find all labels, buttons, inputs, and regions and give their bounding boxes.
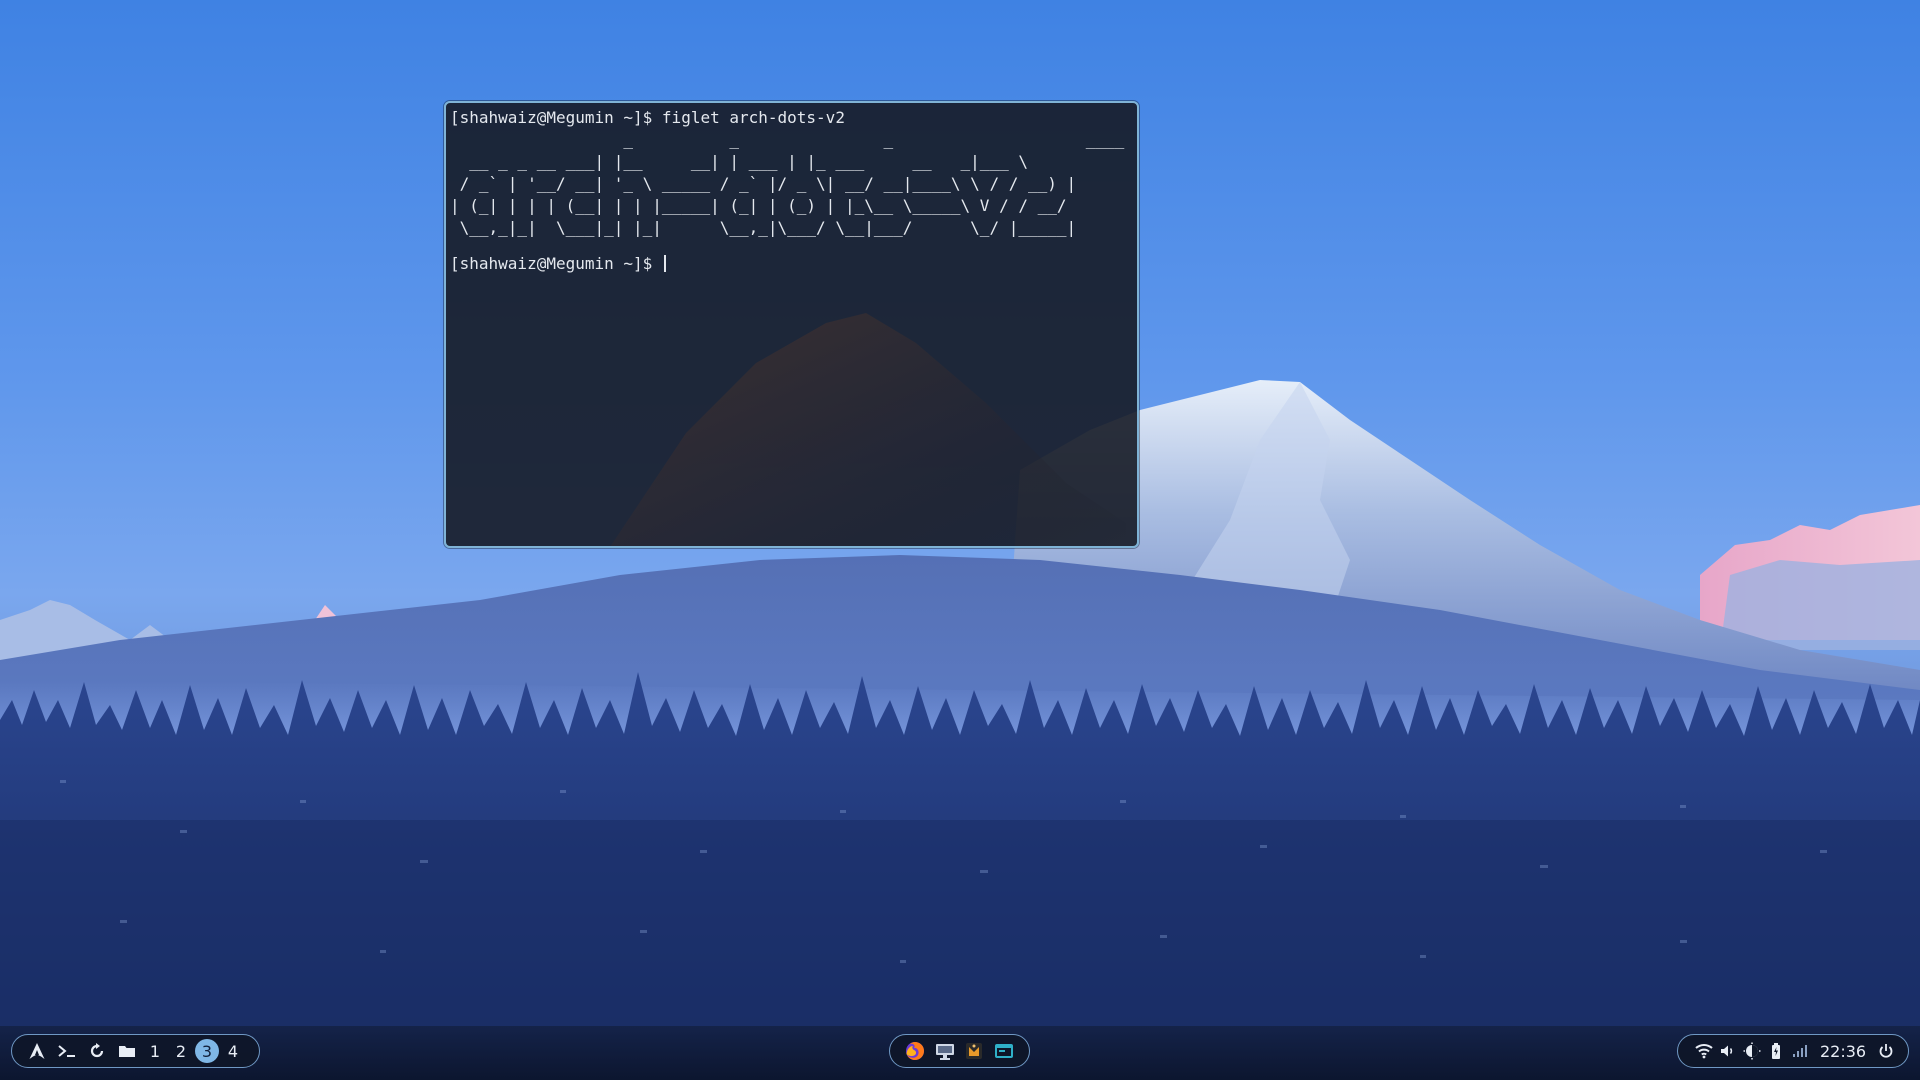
- screen-capture-icon[interactable]: [933, 1039, 957, 1063]
- arch-logo-icon[interactable]: [22, 1039, 52, 1063]
- clock[interactable]: 22:36: [1820, 1042, 1866, 1061]
- media-player-icon[interactable]: [962, 1039, 986, 1063]
- terminal-prompt-icon[interactable]: [52, 1039, 82, 1063]
- folder-icon[interactable]: [112, 1039, 142, 1063]
- panel-right-tray: 22:36: [1677, 1034, 1909, 1068]
- power-icon[interactable]: [1874, 1039, 1898, 1063]
- text-cursor: [663, 255, 666, 272]
- volume-icon[interactable]: [1716, 1039, 1740, 1063]
- panel-left-group: 1 2 3 4: [11, 1034, 260, 1068]
- firefox-icon[interactable]: [903, 1039, 927, 1063]
- refresh-icon[interactable]: [82, 1039, 112, 1063]
- wifi-icon[interactable]: [1692, 1039, 1716, 1063]
- terminal-command-line: [shahwaiz@Megumin ~]$ figlet arch-dots-v…: [450, 108, 845, 127]
- workspace-2[interactable]: 2: [168, 1039, 194, 1063]
- window-manager-icon[interactable]: [992, 1039, 1016, 1063]
- terminal-window[interactable]: [shahwaiz@Megumin ~]$ figlet arch-dots-v…: [444, 101, 1139, 548]
- figlet-ascii-art: _ _ _ ____ __ _ _ __ ___| |__ __| | ___ …: [450, 130, 1125, 237]
- workspace-3-active[interactable]: 3: [195, 1039, 219, 1063]
- terminal-prompt-line[interactable]: [shahwaiz@Megumin ~]$: [450, 253, 1133, 275]
- battery-icon[interactable]: [1764, 1039, 1788, 1063]
- terminal-output[interactable]: [shahwaiz@Megumin ~]$ figlet arch-dots-v…: [450, 107, 1133, 542]
- workspace-4[interactable]: 4: [220, 1039, 246, 1063]
- terminal-prompt: [shahwaiz@Megumin ~]$: [450, 254, 662, 273]
- panel-center-taskbar: [889, 1034, 1030, 1068]
- brightness-icon[interactable]: [1740, 1039, 1764, 1063]
- workspace-1[interactable]: 1: [142, 1039, 168, 1063]
- signal-icon[interactable]: [1788, 1039, 1812, 1063]
